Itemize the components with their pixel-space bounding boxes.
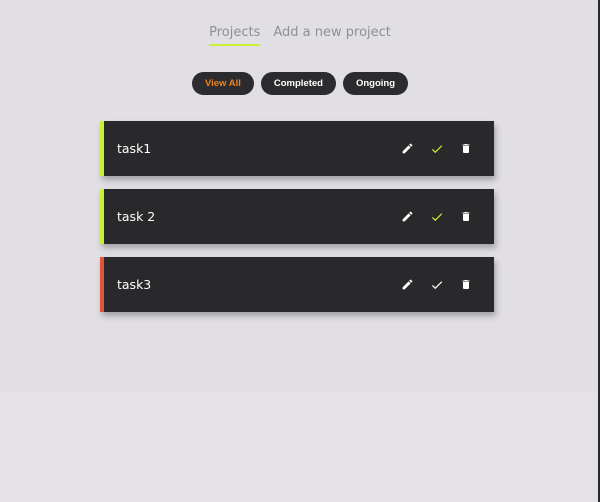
trash-icon[interactable] bbox=[457, 140, 474, 157]
task-card-2: task 2 bbox=[100, 189, 494, 244]
task-actions bbox=[399, 276, 474, 293]
trash-icon[interactable] bbox=[457, 208, 474, 225]
filter-view-all-button[interactable]: View All bbox=[191, 72, 254, 95]
check-icon[interactable] bbox=[428, 276, 445, 293]
task-card-1: task1 bbox=[100, 121, 494, 176]
check-icon[interactable] bbox=[428, 140, 445, 157]
pencil-icon[interactable] bbox=[399, 140, 416, 157]
task-title: task 2 bbox=[117, 209, 156, 224]
nav-projects-link[interactable]: Projects bbox=[209, 25, 261, 46]
filter-ongoing-button[interactable]: Ongoing bbox=[342, 72, 409, 95]
pencil-icon[interactable] bbox=[399, 276, 416, 293]
task-actions bbox=[399, 140, 474, 157]
top-nav: Projects Add a new project bbox=[0, 25, 600, 46]
pencil-icon[interactable] bbox=[399, 208, 416, 225]
task-title: task1 bbox=[117, 141, 152, 156]
check-icon[interactable] bbox=[428, 208, 445, 225]
filter-bar: View All Completed Ongoing bbox=[0, 72, 600, 95]
task-title: task3 bbox=[117, 277, 152, 292]
page-background-band bbox=[0, 392, 600, 502]
nav-add-project-link[interactable]: Add a new project bbox=[273, 25, 391, 46]
task-card-3: task3 bbox=[100, 257, 494, 312]
filter-completed-button[interactable]: Completed bbox=[260, 72, 336, 95]
task-actions bbox=[399, 208, 474, 225]
trash-icon[interactable] bbox=[457, 276, 474, 293]
